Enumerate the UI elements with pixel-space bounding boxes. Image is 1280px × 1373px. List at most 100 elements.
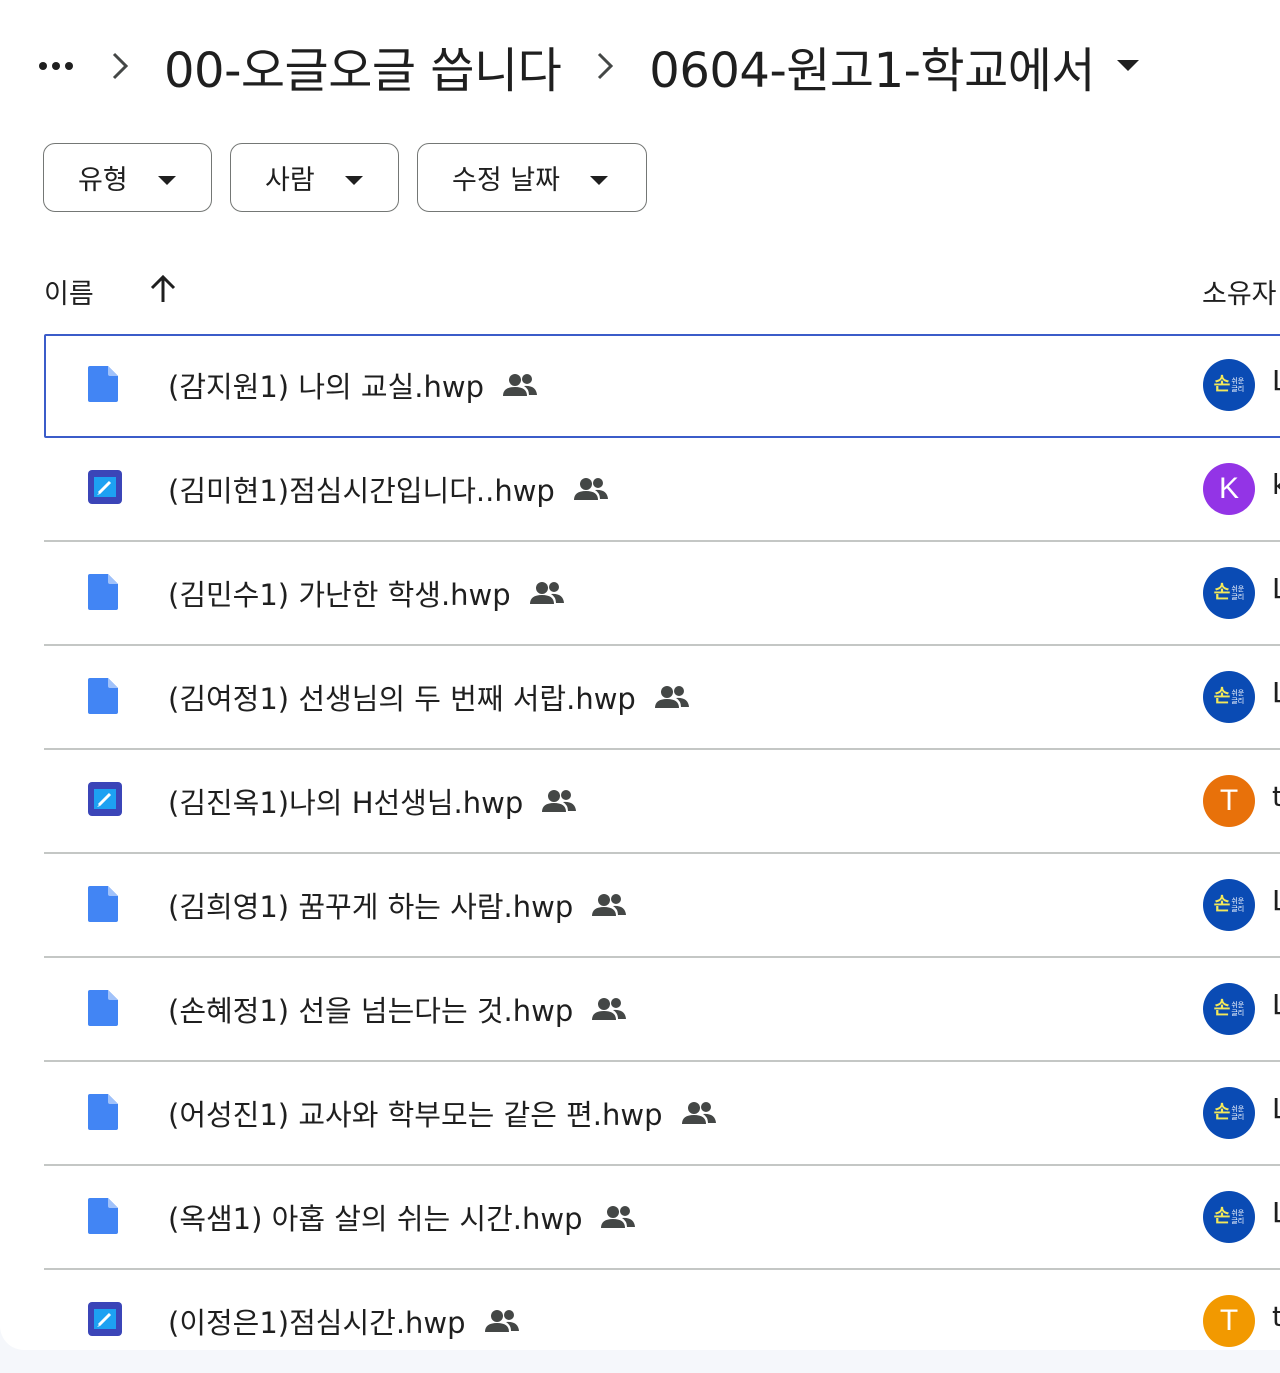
owner-avatar[interactable]: 손 쉬운 글리 — [1203, 1087, 1255, 1139]
owner-name: L — [1272, 676, 1280, 709]
arrow-up-icon[interactable] — [148, 274, 178, 308]
file-name-text: (김진옥1)나의 H선생님.hwp — [168, 786, 524, 820]
logo-small-top: 쉬운 — [1231, 689, 1245, 697]
logo-big-text: 손 — [1213, 998, 1231, 1019]
file-name: (김희영1) 꿈꾸게 하는 사람.hwp — [168, 884, 627, 926]
hancom-icon — [88, 782, 124, 822]
caret-down-icon — [589, 162, 608, 193]
owner-avatar[interactable]: K — [1203, 463, 1255, 515]
file-name: (옥샘1) 아홉 살의 쉬는 시간.hwp — [168, 1196, 636, 1238]
filter-people-label: 사람 — [265, 165, 315, 196]
shared-people-icon — [654, 685, 690, 709]
filter-type-chip[interactable]: 유형 — [43, 143, 212, 212]
breadcrumb-current-folder[interactable]: 0604-원고1-학교에서 — [649, 31, 1140, 101]
filter-modified-chip[interactable]: 수정 날짜 — [417, 143, 647, 212]
column-name-header[interactable]: 이름 — [44, 272, 94, 311]
column-owner-header[interactable]: 소유자 — [1202, 272, 1277, 311]
file-name-text: (이정은1)점심시간.hwp — [168, 1306, 466, 1340]
breadcrumb-folder-parent[interactable]: 00-오글오글 씁니다 — [164, 31, 562, 101]
caret-down-icon — [157, 162, 176, 193]
owner-avatar[interactable]: 손 쉬운 글리 — [1203, 359, 1255, 411]
file-name-text: (김희영1) 꿈꾸게 하는 사람.hwp — [168, 890, 574, 924]
owner-avatar[interactable]: 손 쉬운 글리 — [1203, 567, 1255, 619]
file-row[interactable]: (김희영1) 꿈꾸게 하는 사람.hwp 손 쉬운 글리 L — [44, 854, 1280, 958]
logo-small-bottom: 글리 — [1231, 905, 1245, 913]
chevron-right-icon — [587, 51, 623, 81]
logo-small-bottom: 글리 — [1231, 697, 1245, 705]
logo-small-top: 쉬운 — [1231, 585, 1245, 593]
avatar-letter: T — [1219, 1304, 1239, 1337]
owner-name: L — [1272, 364, 1280, 397]
file-name: (김진옥1)나의 H선생님.hwp — [168, 780, 577, 822]
owner-name: L — [1272, 1196, 1280, 1229]
drive-panel: 00-오글오글 씁니다 0604-원고1-학교에서 유형 사람 수정 날짜 이름 — [0, 0, 1280, 1350]
doc-icon — [88, 990, 124, 1030]
owner-avatar[interactable]: 손 쉬운 글리 — [1203, 671, 1255, 723]
logo-small-bottom: 글리 — [1231, 1009, 1245, 1017]
filter-people-chip[interactable]: 사람 — [230, 143, 399, 212]
file-name: (감지원1) 나의 교실.hwp — [168, 364, 538, 406]
doc-icon — [88, 1094, 124, 1134]
shared-people-icon — [502, 373, 538, 397]
owner-avatar[interactable]: T — [1203, 1295, 1255, 1347]
file-row[interactable]: (어성진1) 교사와 학부모는 같은 편.hwp 손 쉬운 글리 L — [44, 1062, 1280, 1166]
avatar-letter: K — [1218, 472, 1239, 505]
owner-name: L — [1272, 572, 1280, 605]
shared-people-icon — [541, 789, 577, 813]
chevron-right-icon — [102, 51, 138, 81]
logo-small-top: 쉬운 — [1231, 1001, 1245, 1009]
doc-icon — [88, 366, 124, 406]
hancom-icon — [88, 470, 124, 510]
owner-name: k — [1272, 468, 1280, 501]
shared-people-icon — [484, 1309, 520, 1333]
logo-small-top: 쉬운 — [1231, 1105, 1245, 1113]
doc-icon — [88, 574, 124, 614]
file-name-text: (김미현1)점심시간입니다..hwp — [168, 474, 555, 508]
logo-big-text: 손 — [1213, 894, 1231, 915]
file-row[interactable]: (감지원1) 나의 교실.hwp 손 쉬운 글리 L — [44, 334, 1280, 438]
file-row[interactable]: (김미현1)점심시간입니다..hwp Kk — [44, 438, 1280, 542]
logo-big-text: 손 — [1213, 1206, 1231, 1227]
file-row[interactable]: (김여정1) 선생님의 두 번째 서랍.hwp 손 쉬운 글리 L — [44, 646, 1280, 750]
file-name-text: (김민수1) 가난한 학생.hwp — [168, 578, 511, 612]
file-row[interactable]: (김민수1) 가난한 학생.hwp 손 쉬운 글리 L — [44, 542, 1280, 646]
doc-icon — [88, 1198, 124, 1238]
owner-avatar[interactable]: T — [1203, 775, 1255, 827]
logo-small-bottom: 글리 — [1231, 593, 1245, 601]
file-name: (이정은1)점심시간.hwp — [168, 1300, 520, 1342]
owner-name: L — [1272, 1092, 1280, 1125]
logo-big-text: 손 — [1213, 1102, 1231, 1123]
file-name-text: (김여정1) 선생님의 두 번째 서랍.hwp — [168, 682, 636, 716]
file-name-text: (감지원1) 나의 교실.hwp — [168, 370, 484, 404]
hancom-icon — [88, 1302, 124, 1342]
logo-big-text: 손 — [1213, 686, 1231, 707]
file-name: (김여정1) 선생님의 두 번째 서랍.hwp — [168, 676, 690, 718]
filter-modified-label: 수정 날짜 — [452, 165, 560, 196]
breadcrumb: 00-오글오글 씁니다 0604-원고1-학교에서 — [36, 28, 1140, 104]
file-name-text: (어성진1) 교사와 학부모는 같은 편.hwp — [168, 1098, 663, 1132]
logo-big-text: 손 — [1213, 582, 1231, 603]
file-row[interactable]: (김진옥1)나의 H선생님.hwp Tt — [44, 750, 1280, 854]
shared-people-icon — [681, 1101, 717, 1125]
more-horiz-icon[interactable] — [36, 46, 76, 86]
file-name-text: (옥샘1) 아홉 살의 쉬는 시간.hwp — [168, 1202, 583, 1236]
logo-small-bottom: 글리 — [1231, 1113, 1245, 1121]
logo-small-bottom: 글리 — [1231, 1217, 1245, 1225]
current-folder-name: 0604-원고1-학교에서 — [649, 43, 1096, 99]
logo-big-text: 손 — [1213, 374, 1231, 395]
shared-people-icon — [600, 1205, 636, 1229]
file-list: (감지원1) 나의 교실.hwp 손 쉬운 글리 L (김미현1)점심시간입니다..hwp… — [44, 334, 1280, 1350]
caret-down-icon — [344, 162, 363, 193]
logo-small-bottom: 글리 — [1231, 385, 1245, 393]
file-row[interactable]: (손혜정1) 선을 넘는다는 것.hwp 손 쉬운 글리 L — [44, 958, 1280, 1062]
owner-avatar[interactable]: 손 쉬운 글리 — [1203, 983, 1255, 1035]
filter-bar: 유형 사람 수정 날짜 — [43, 143, 647, 212]
owner-avatar[interactable]: 손 쉬운 글리 — [1203, 1191, 1255, 1243]
file-row[interactable]: (옥샘1) 아홉 살의 쉬는 시간.hwp 손 쉬운 글리 L — [44, 1166, 1280, 1270]
logo-small-top: 쉬운 — [1231, 1209, 1245, 1217]
owner-avatar[interactable]: 손 쉬운 글리 — [1203, 879, 1255, 931]
file-row[interactable]: (이정은1)점심시간.hwp Tt — [44, 1270, 1280, 1350]
file-name-text: (손혜정1) 선을 넘는다는 것.hwp — [168, 994, 574, 1028]
column-header-row: 이름 소유자 — [44, 262, 1280, 322]
owner-name: L — [1272, 884, 1280, 917]
